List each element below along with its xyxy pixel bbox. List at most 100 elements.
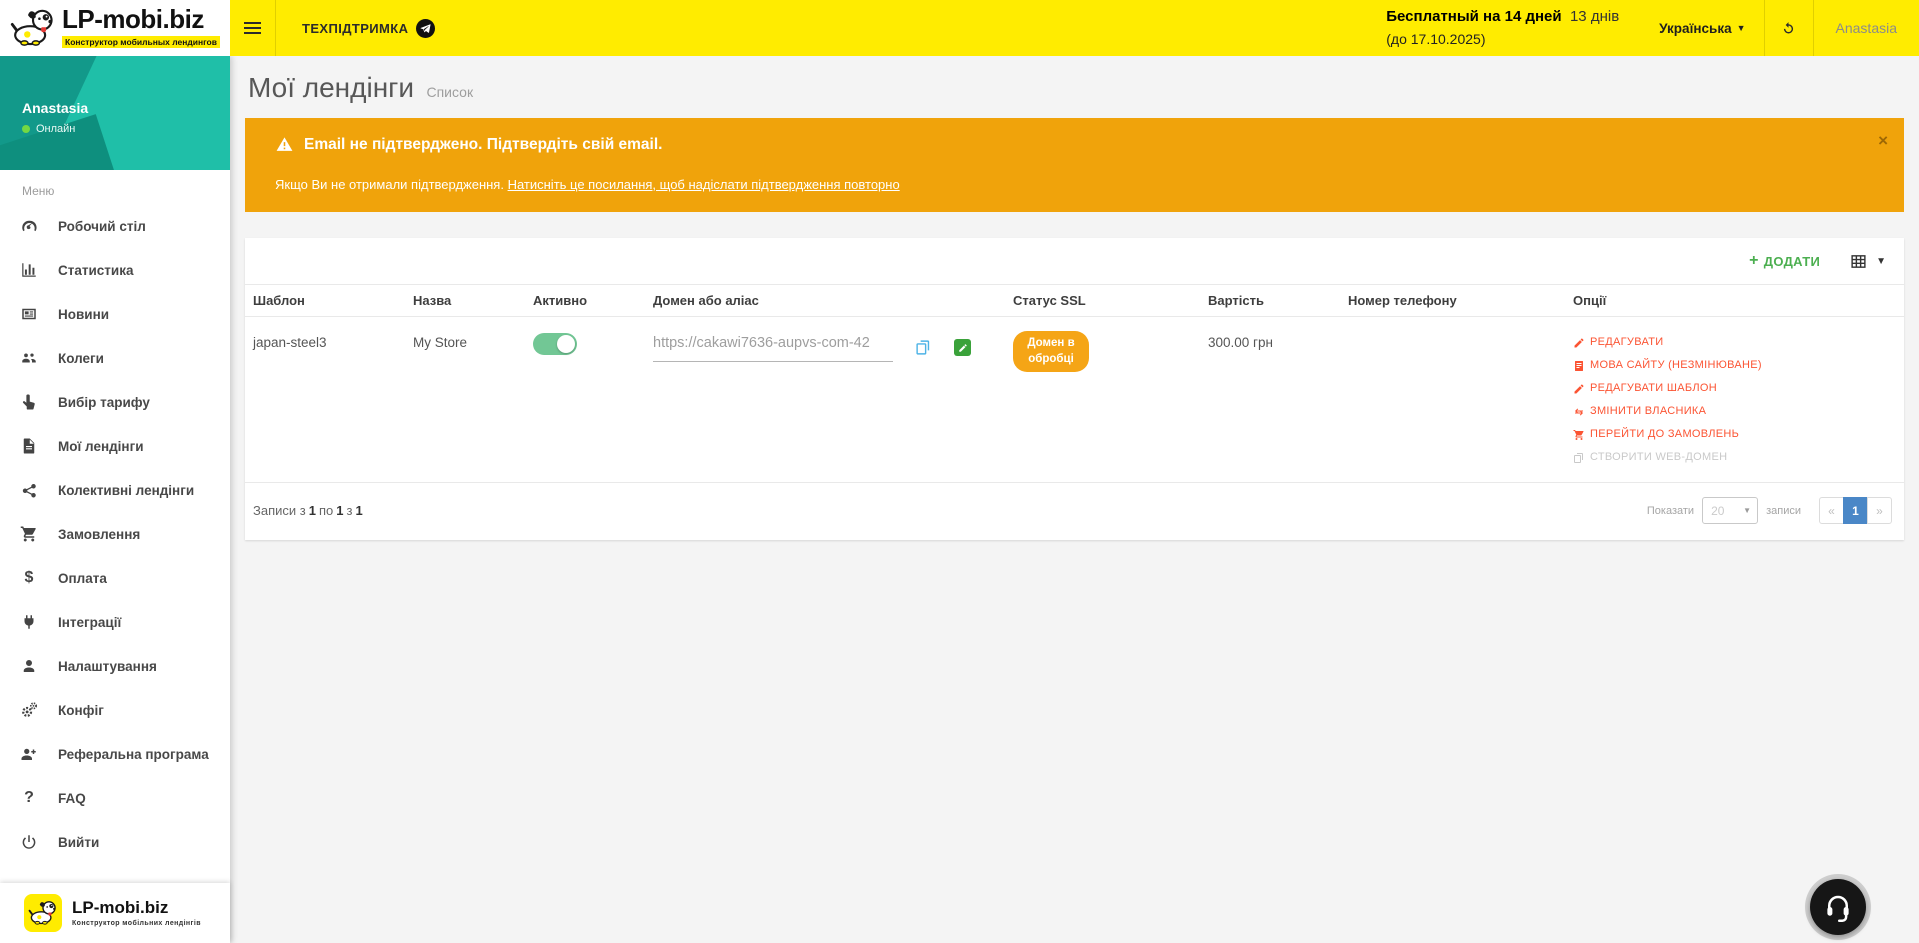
records-word-label: записи — [1766, 505, 1801, 517]
sidebar-item-statistics[interactable]: Статистика — [0, 248, 230, 292]
column-header-options[interactable]: Опції — [1565, 285, 1904, 316]
resend-confirmation-link[interactable]: Натисніть це посилання, щоб надіслати пі… — [508, 177, 900, 192]
stats-icon — [0, 261, 58, 279]
sidebar-item-colleagues[interactable]: Колеги — [0, 336, 230, 380]
trial-plan-label: Бесплатный на 14 дней — [1386, 8, 1561, 25]
option-change-owner-link[interactable]: ЗМІНИТИ ВЛАСНИКА — [1573, 400, 1896, 423]
column-visibility-button[interactable]: ▼ — [1850, 253, 1886, 270]
cell-domain — [645, 317, 1005, 482]
dashboard-icon — [0, 217, 58, 235]
sidebar-toggle-button[interactable] — [230, 0, 276, 56]
footer-controls: Показати 20 ▼ записи « 1 » — [1647, 497, 1892, 524]
sidebar: Anastasia Онлайн Меню Робочий стіл Стати… — [0, 56, 230, 943]
table-footer: Записи з1по1з1 Показати 20 ▼ записи « 1 … — [245, 483, 1904, 540]
chevron-down-icon: ▼ — [1743, 506, 1751, 515]
close-icon[interactable]: × — [1878, 132, 1888, 149]
sidebar-menu: Робочий стіл Статистика Новини Колеги Ви… — [0, 204, 230, 864]
telegram-icon[interactable] — [416, 19, 435, 38]
cart-icon — [1573, 429, 1585, 441]
cell-options: РЕДАГУВАТИ МОВА САЙТУ (НЕЗМІНЮВАНЕ) РЕДА… — [1565, 317, 1904, 482]
sidebar-item-my-landings[interactable]: Мої лендінги — [0, 424, 230, 468]
cell-active — [525, 317, 645, 482]
sidebar-item-config[interactable]: Конфіг — [0, 688, 230, 732]
pagination-prev-button[interactable]: « — [1819, 497, 1844, 524]
plug-icon — [0, 613, 58, 631]
column-header-active[interactable]: Активно — [525, 285, 645, 316]
share-icon — [0, 481, 58, 499]
sidebar-item-orders[interactable]: Замовлення — [0, 512, 230, 556]
landing-icon — [0, 437, 58, 455]
pagination-next-button[interactable]: » — [1867, 497, 1892, 524]
domain-group — [653, 335, 997, 362]
page-subtitle: Список — [426, 84, 473, 100]
logo-text: LP-mobi.biz Конструктор мобильных лендин… — [62, 6, 220, 50]
column-header-ssl[interactable]: Статус SSL — [1005, 285, 1200, 316]
language-dropdown[interactable]: Українська ▼ — [1641, 0, 1763, 56]
records-info: Записи з1по1з1 — [253, 503, 366, 518]
page-header: Мої лендінги Список — [230, 56, 1919, 114]
sidebar-item-news[interactable]: Новини — [0, 292, 230, 336]
question-icon: ? — [0, 789, 58, 807]
tech-support-label: ТЕХПІДТРИМКА — [302, 21, 408, 36]
chevron-down-icon: ▼ — [1737, 23, 1746, 33]
refresh-button[interactable] — [1765, 0, 1813, 56]
menu-section-label: Меню — [22, 184, 230, 198]
support-chat-button[interactable] — [1810, 879, 1866, 935]
landings-panel: + ДОДАТИ ▼ Шаблон Назва Активно Домен аб… — [245, 238, 1904, 540]
topbar-left: ТЕХПІДТРИМКА — [230, 0, 461, 56]
cart-icon — [0, 525, 58, 543]
sidebar-item-referral[interactable]: Реферальна програма — [0, 732, 230, 776]
table-header-row: Шаблон Назва Активно Домен або аліас Ста… — [245, 284, 1904, 317]
users-icon — [0, 349, 58, 367]
user-menu[interactable]: Anastasia — [1814, 0, 1919, 56]
sidebar-item-logout[interactable]: Вийти — [0, 820, 230, 864]
logo-title: LP-mobi.biz — [62, 6, 220, 32]
cell-phone — [1340, 317, 1565, 482]
edit-icon — [1573, 337, 1585, 349]
toggle-knob — [557, 335, 575, 353]
language-label: Українська — [1659, 21, 1731, 36]
column-header-phone[interactable]: Номер телефону — [1340, 285, 1565, 316]
email-warning-title: Email не підтверджено. Підтвердіть свій … — [304, 136, 662, 154]
email-warning-banner: Email не підтверджено. Підтвердіть свій … — [245, 118, 1904, 212]
dog-logo-icon — [10, 8, 56, 48]
cell-ssl-status: Домен в обробці — [1005, 317, 1200, 482]
copy-icon[interactable] — [915, 339, 932, 359]
option-go-to-orders-link[interactable]: ПЕРЕЙТИ ДО ЗАМОВЛЕНЬ — [1573, 423, 1896, 446]
tech-support-link[interactable]: ТЕХПІДТРИМКА — [276, 0, 461, 56]
sidebar-item-collective-landings[interactable]: Колективні лендінги — [0, 468, 230, 512]
pagination-page-1-button[interactable]: 1 — [1843, 497, 1868, 524]
trial-until-date: (до 17.10.2025) — [1386, 29, 1619, 50]
option-edit-template-link[interactable]: РЕДАГУВАТИ ШАБЛОН — [1573, 377, 1896, 400]
sidebar-item-dashboard[interactable]: Робочий стіл — [0, 204, 230, 248]
dollar-icon: $ — [0, 569, 58, 587]
sidebar-user-name: Anastasia — [22, 100, 230, 116]
app-logo[interactable]: LP-mobi.biz Конструктор мобильных лендин… — [0, 0, 230, 56]
table-row: japan-steel3 My Store Домен в обробці 30… — [245, 317, 1904, 483]
option-site-language-link[interactable]: МОВА САЙТУ (НЕЗМІНЮВАНЕ) — [1573, 354, 1896, 377]
sidebar-item-payment[interactable]: $Оплата — [0, 556, 230, 600]
sidebar-item-tariff[interactable]: Вибір тарифу — [0, 380, 230, 424]
column-header-domain[interactable]: Домен або аліас — [645, 285, 1005, 316]
sidebar-footer-logo[interactable]: LP-mobi.biz Конструктор мобільних лендін… — [0, 883, 230, 943]
active-toggle[interactable] — [533, 333, 577, 355]
option-edit-link[interactable]: РЕДАГУВАТИ — [1573, 331, 1896, 354]
main-content: Мої лендінги Список Email не підтверджен… — [230, 56, 1919, 943]
sidebar-item-faq[interactable]: ?FAQ — [0, 776, 230, 820]
column-header-template[interactable]: Шаблон — [245, 285, 405, 316]
warning-icon — [275, 135, 294, 154]
gears-icon — [0, 701, 58, 719]
column-header-price[interactable]: Вартість — [1200, 285, 1340, 316]
domain-input[interactable] — [653, 335, 893, 362]
column-header-name[interactable]: Назва — [405, 285, 525, 316]
page-size-select[interactable]: 20 ▼ — [1702, 497, 1758, 524]
email-warning-title-row: Email не підтверджено. Підтвердіть свій … — [275, 135, 1858, 154]
add-landing-button[interactable]: + ДОДАТИ — [1749, 253, 1820, 269]
grid-icon — [1850, 253, 1867, 270]
pagination: « 1 » — [1819, 497, 1892, 524]
sidebar-item-integrations[interactable]: Інтеграції — [0, 600, 230, 644]
copy-icon — [1573, 452, 1585, 464]
edit-domain-button[interactable] — [954, 339, 971, 356]
cell-name: My Store — [405, 317, 525, 482]
sidebar-item-settings[interactable]: Налаштування — [0, 644, 230, 688]
